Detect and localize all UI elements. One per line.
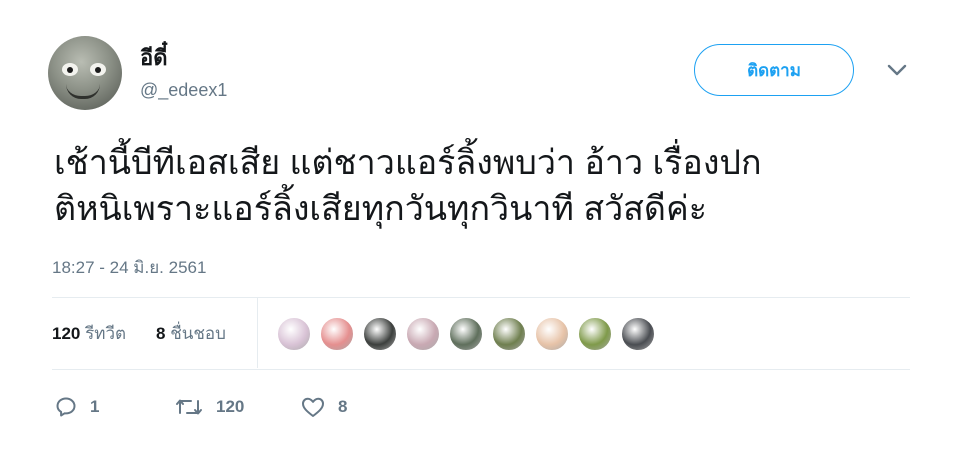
retweet-icon	[176, 399, 202, 415]
reply-icon	[56, 397, 76, 417]
retweets-stat-label: รีทวีต	[85, 324, 127, 343]
author-handle[interactable]: @_edeex1	[140, 80, 227, 101]
reply-button[interactable]: 1	[54, 395, 99, 419]
avatar[interactable]	[48, 36, 122, 110]
likes-stat[interactable]: 8 ชื่นชอบ	[156, 320, 226, 347]
liker-avatar[interactable]	[405, 316, 441, 352]
chevron-down-icon[interactable]	[886, 62, 908, 78]
tweet-timestamp[interactable]: 18:27 - 24 มิ.ย. 2561	[52, 254, 206, 281]
like-button[interactable]: 8	[300, 395, 347, 419]
avatar-mouth	[66, 84, 100, 99]
divider	[52, 297, 910, 298]
likes-stat-count: 8	[156, 324, 166, 343]
liker-avatar[interactable]	[362, 316, 398, 352]
like-count: 8	[338, 397, 348, 416]
likes-stat-label: ชื่นชอบ	[170, 324, 226, 343]
tweet-text-line: ติหนิเพราะแอร์ลิ้งเสียทุกวันทุกวินาที สว…	[54, 190, 708, 228]
liker-avatar[interactable]	[577, 316, 613, 352]
liker-avatar[interactable]	[620, 316, 656, 352]
retweet-count: 120	[216, 397, 245, 416]
liker-avatar[interactable]	[491, 316, 527, 352]
tweet-text-line: เช้านี้บีทีเอสเสีย แต่ชาวแอร์ลิ้งพบว่า อ…	[54, 144, 762, 182]
liker-avatar[interactable]	[448, 316, 484, 352]
author-display-name[interactable]: อีดี๋	[140, 40, 168, 75]
retweets-stat-count: 120	[52, 324, 81, 343]
avatar-eye	[90, 63, 106, 76]
avatar-eye	[62, 63, 78, 76]
retweet-button[interactable]: 120	[174, 395, 244, 419]
retweets-stat[interactable]: 120 รีทวีต	[52, 320, 126, 347]
liker-avatar[interactable]	[276, 316, 312, 352]
reply-count: 1	[90, 397, 100, 416]
divider	[257, 298, 258, 368]
tweet-text: เช้านี้บีทีเอสเสีย แต่ชาวแอร์ลิ้งพบว่า อ…	[54, 140, 934, 232]
liker-avatar[interactable]	[319, 316, 355, 352]
follow-button[interactable]: ติดตาม	[694, 44, 854, 96]
liker-avatar[interactable]	[534, 316, 570, 352]
heart-icon	[302, 397, 324, 417]
divider	[52, 369, 910, 370]
